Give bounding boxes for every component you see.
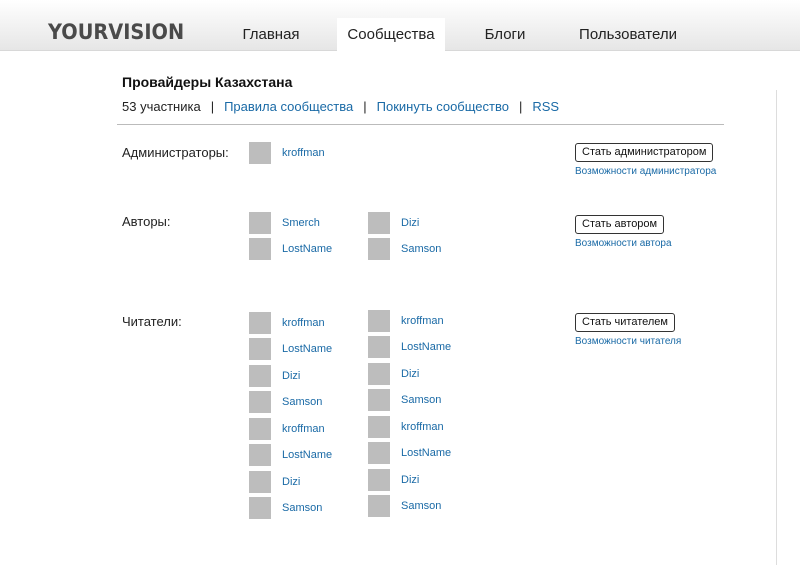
member-name-link[interactable]: LostName (282, 243, 332, 255)
avatar[interactable] (368, 238, 390, 260)
member-name-link[interactable]: Dizi (401, 217, 419, 229)
member-name-link[interactable]: LostName (282, 343, 332, 355)
tab-home[interactable]: Главная (233, 18, 309, 51)
community-subbar: 53 участника | Правила сообщества | Покинуть… (122, 99, 559, 114)
avatar[interactable] (368, 363, 390, 385)
separator: | (210, 99, 215, 114)
header-divider (117, 124, 724, 125)
member-name-link[interactable]: Smerch (282, 217, 320, 229)
tab-communities[interactable]: Сообщества (337, 18, 445, 51)
become-reader-button[interactable]: Стать читателем (575, 313, 675, 332)
member-name-link[interactable]: LostName (282, 449, 332, 461)
authors-label: Авторы: (122, 214, 171, 229)
member-name-link[interactable]: Dizi (282, 370, 300, 382)
tab-users[interactable]: Пользователи (565, 18, 691, 51)
members-count: 53 участника (122, 99, 201, 114)
avatar[interactable] (368, 495, 390, 517)
avatar[interactable] (249, 391, 271, 413)
avatar[interactable] (249, 238, 271, 260)
avatar[interactable] (249, 338, 271, 360)
avatar[interactable] (249, 365, 271, 387)
rss-link[interactable]: RSS (532, 99, 559, 114)
member-name-link[interactable]: kroffman (282, 317, 325, 329)
member-name-link[interactable]: Dizi (282, 476, 300, 488)
avatar[interactable] (368, 310, 390, 332)
avatar[interactable] (368, 442, 390, 464)
rules-link[interactable]: Правила сообщества (224, 99, 353, 114)
avatar[interactable] (368, 469, 390, 491)
separator: | (518, 99, 523, 114)
become-admin-button[interactable]: Стать администратором (575, 143, 714, 162)
member-name-link[interactable]: kroffman (401, 315, 444, 327)
reader-capabilities-link[interactable]: Возможности читателя (575, 336, 681, 347)
member-name-link[interactable]: Samson (401, 500, 441, 512)
member-name-link[interactable]: kroffman (401, 421, 444, 433)
avatar[interactable] (249, 418, 271, 440)
readers-label: Читатели: (122, 314, 182, 329)
community-title: Провайдеры Казахстана (122, 74, 293, 90)
member-name-link[interactable]: LostName (401, 341, 451, 353)
member-name-link[interactable]: Samson (282, 502, 322, 514)
member-name-link[interactable]: LostName (401, 447, 451, 459)
member-name-link[interactable]: Samson (282, 396, 322, 408)
admin-capabilities-link[interactable]: Возможности администратора (575, 166, 716, 177)
author-capabilities-link[interactable]: Возможности автора (575, 238, 672, 249)
top-navigation-bar: YOURVISION Главная Сообщества Блоги Поль… (0, 0, 800, 51)
member-name-link[interactable]: Samson (401, 394, 441, 406)
avatar[interactable] (368, 416, 390, 438)
avatar[interactable] (249, 471, 271, 493)
avatar[interactable] (249, 312, 271, 334)
member-name-link[interactable]: Dizi (401, 474, 419, 486)
become-author-button[interactable]: Стать автором (575, 215, 665, 234)
avatar[interactable] (249, 212, 271, 234)
member-name-link[interactable]: kroffman (282, 147, 325, 159)
avatar[interactable] (368, 212, 390, 234)
avatar[interactable] (249, 444, 271, 466)
site-logo[interactable]: YOURVISION (48, 20, 184, 44)
member-name-link[interactable]: Samson (401, 243, 441, 255)
avatar[interactable] (368, 389, 390, 411)
right-divider (776, 90, 777, 565)
tab-blogs[interactable]: Блоги (474, 18, 536, 51)
separator: | (363, 99, 367, 114)
avatar[interactable] (249, 497, 271, 519)
member-name-link[interactable]: kroffman (282, 423, 325, 435)
member-name-link[interactable]: Dizi (401, 368, 419, 380)
admins-label: Администраторы: (122, 145, 229, 160)
avatar[interactable] (368, 336, 390, 358)
leave-community-link[interactable]: Покинуть сообщество (377, 99, 509, 114)
avatar[interactable] (249, 142, 271, 164)
